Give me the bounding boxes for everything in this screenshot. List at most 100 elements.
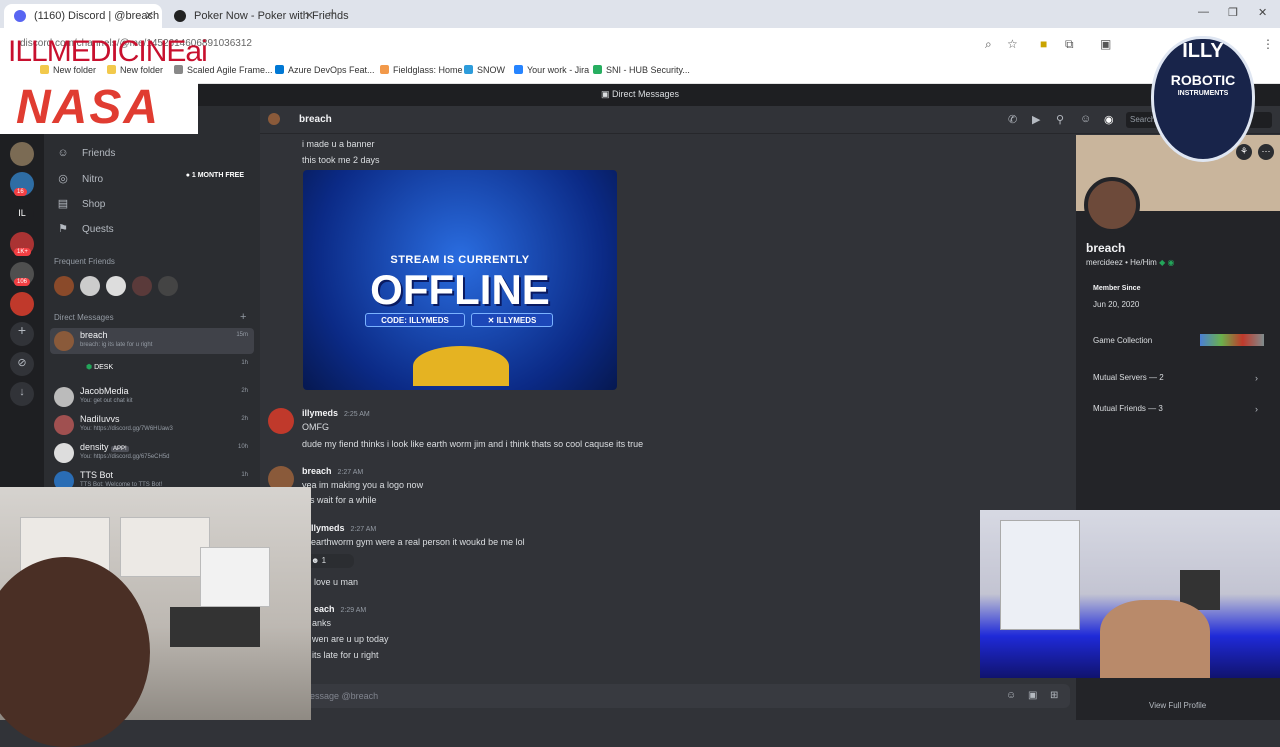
frequent-friends-header: Frequent Friends: [54, 257, 115, 266]
nav-friends[interactable]: ☺ Friends: [54, 147, 115, 159]
gif-icon[interactable]: ▣: [1028, 690, 1037, 701]
extension-icon[interactable]: ■: [1040, 37, 1047, 51]
game-collection-row[interactable]: Game Collection: [1093, 336, 1152, 345]
nitro-promo-badge: ● 1 MONTH FREE: [185, 172, 244, 179]
frequent-friend-avatar[interactable]: [132, 276, 152, 296]
bookmark-item[interactable]: SNI - HUB Security...: [593, 65, 690, 75]
restore-icon[interactable]: ❐: [1228, 6, 1238, 19]
gift-icon[interactable]: ☺: [1006, 690, 1016, 701]
dm-item-desk[interactable]: ⬢ DESK 1h: [50, 356, 254, 382]
explore-icon[interactable]: ⊘: [10, 352, 34, 376]
video-call-icon[interactable]: ▶: [1032, 113, 1040, 126]
bookmark-star-icon[interactable]: ☆: [1007, 37, 1018, 51]
tab-poker[interactable]: Poker Now - Poker with Friends ✕: [164, 4, 349, 28]
member-since-date: Jun 20, 2020: [1093, 300, 1140, 309]
close-tab-icon[interactable]: ✕: [145, 9, 154, 22]
new-tab-icon[interactable]: +: [328, 5, 337, 22]
discord-favicon-icon: [14, 10, 26, 22]
dm-name: ⬢ DESK: [86, 364, 114, 371]
profile-name: breach: [1086, 241, 1126, 255]
webcam-overlay-left: [0, 487, 311, 747]
bookmark-item[interactable]: Azure DevOps Feat...: [275, 65, 375, 75]
more-options-icon[interactable]: ⋯: [1258, 144, 1274, 160]
mutual-servers-row[interactable]: Mutual Servers — 2 ›: [1093, 373, 1258, 383]
message-author[interactable]: illymeds 2:25 AM: [302, 408, 370, 418]
shop-icon: ▤: [57, 198, 69, 210]
nav-nitro[interactable]: ◎ Nitro: [54, 172, 103, 185]
message-author[interactable]: each 2:29 AM: [314, 604, 366, 614]
extensions-puzzle-icon[interactable]: ⧉: [1065, 37, 1074, 52]
avatar: [54, 359, 74, 379]
frequent-friend-avatar[interactable]: [158, 276, 178, 296]
nitro-icon: ◎: [58, 173, 68, 185]
frequent-friend-avatar[interactable]: [106, 276, 126, 296]
frequent-friend-avatar[interactable]: [80, 276, 100, 296]
message-text: love u man: [314, 577, 359, 587]
add-friends-to-dm-icon[interactable]: ☺: [1080, 113, 1091, 125]
webcam-overlay-right: [980, 510, 1280, 678]
game-collection-icons: [1200, 334, 1264, 346]
close-tab-icon[interactable]: ✕: [305, 9, 314, 22]
avatar[interactable]: [268, 408, 294, 434]
server-icon[interactable]: [10, 142, 34, 166]
dm-item-breach[interactable]: breach breach: ig its late for u right 1…: [50, 328, 254, 354]
pinned-messages-icon[interactable]: ⚲: [1056, 113, 1064, 126]
window-close-icon[interactable]: ✕: [1258, 6, 1267, 19]
unread-badge: 106: [14, 278, 31, 286]
streamer-figure: [0, 557, 150, 747]
profile-avatar[interactable]: [1084, 177, 1140, 233]
nav-quests[interactable]: ⚑ Quests: [54, 222, 114, 235]
avatar: [54, 415, 74, 435]
banner-text: CODE: ILLYMEDS: [365, 313, 465, 327]
dm-item-density[interactable]: density APP! You: https://discord.gg/675…: [50, 440, 254, 466]
quests-icon: ⚑: [58, 223, 68, 235]
message-text: earthworm gym were a real person it wouk…: [311, 537, 525, 547]
message-text: dude my fiend thinks i look like earth w…: [302, 439, 644, 449]
bookmark-item[interactable]: SNOW: [464, 65, 505, 75]
inbox-icon: ▣: [600, 89, 612, 99]
friends-icon: ☺: [57, 147, 69, 159]
app-badge: APP!: [111, 446, 129, 452]
monitor-graphic: [170, 607, 260, 647]
poker-favicon-icon: [174, 10, 186, 22]
apps-icon[interactable]: ⊞: [1050, 690, 1058, 701]
avatar: [54, 387, 74, 407]
nitro-gift-icon[interactable]: ⚘: [1236, 144, 1252, 160]
new-dm-icon[interactable]: +: [240, 311, 246, 323]
download-icon[interactable]: ↓: [10, 382, 34, 406]
unread-badge: 16: [14, 188, 27, 196]
bookmark-item[interactable]: Your work - Jira: [514, 65, 589, 75]
server-icon[interactable]: [10, 292, 34, 316]
frequent-friend-avatar[interactable]: [54, 276, 74, 296]
sidepanel-icon[interactable]: ▣: [1100, 37, 1111, 51]
message-author[interactable]: llymeds 2:27 AM: [311, 523, 376, 533]
message-composer-input[interactable]: essage @breach: [300, 684, 1070, 708]
view-full-profile-link[interactable]: View Full Profile: [1149, 701, 1206, 710]
tab-discord[interactable]: (1160) Discord | @breach ✕: [4, 4, 162, 28]
member-since-label: Member Since: [1093, 285, 1141, 292]
treasure-chest-graphic: [413, 346, 509, 386]
message-text: its late for u right: [312, 650, 379, 660]
cabinet-graphic: [1000, 520, 1080, 630]
browser-menu-icon[interactable]: ⋮: [1262, 37, 1274, 51]
dm-item-jacobmedia[interactable]: JacobMedia You: get out chat kit 2h: [50, 384, 254, 410]
banner-text: OFFLINE: [370, 266, 550, 313]
tab-title: (1160) Discord | @breach: [34, 10, 160, 22]
avatar: [268, 113, 280, 125]
reaction-pill[interactable]: ☻ 1: [306, 554, 354, 568]
nav-shop[interactable]: ▤ Shop: [54, 197, 106, 210]
bookmark-item[interactable]: Fieldglass: Home: [380, 65, 463, 75]
server-icon[interactable]: IL: [10, 202, 34, 226]
minimize-icon[interactable]: —: [1198, 6, 1209, 18]
stream-offline-banner-image[interactable]: STREAM IS CURRENTLY OFFLINE CODE: ILLYME…: [303, 170, 617, 390]
voice-call-icon[interactable]: ✆: [1008, 113, 1017, 126]
message-text: wen are u up today: [312, 634, 389, 644]
mutual-friends-row[interactable]: Mutual Friends — 3 ›: [1093, 404, 1258, 414]
add-server-icon[interactable]: +: [10, 322, 34, 346]
zoom-icon[interactable]: ⌕: [985, 37, 992, 52]
dm-item-nadiluvvs[interactable]: NadiIuvvs You: https://discord.gg/7W6HUa…: [50, 412, 254, 438]
message-author[interactable]: breach 2:27 AM: [302, 466, 363, 476]
profile-tagline: mercideez • He/Him ◆ ◉: [1086, 258, 1175, 267]
banner-text: STREAM IS CURRENTLY: [390, 254, 530, 266]
user-profile-icon[interactable]: ◉: [1104, 113, 1114, 126]
